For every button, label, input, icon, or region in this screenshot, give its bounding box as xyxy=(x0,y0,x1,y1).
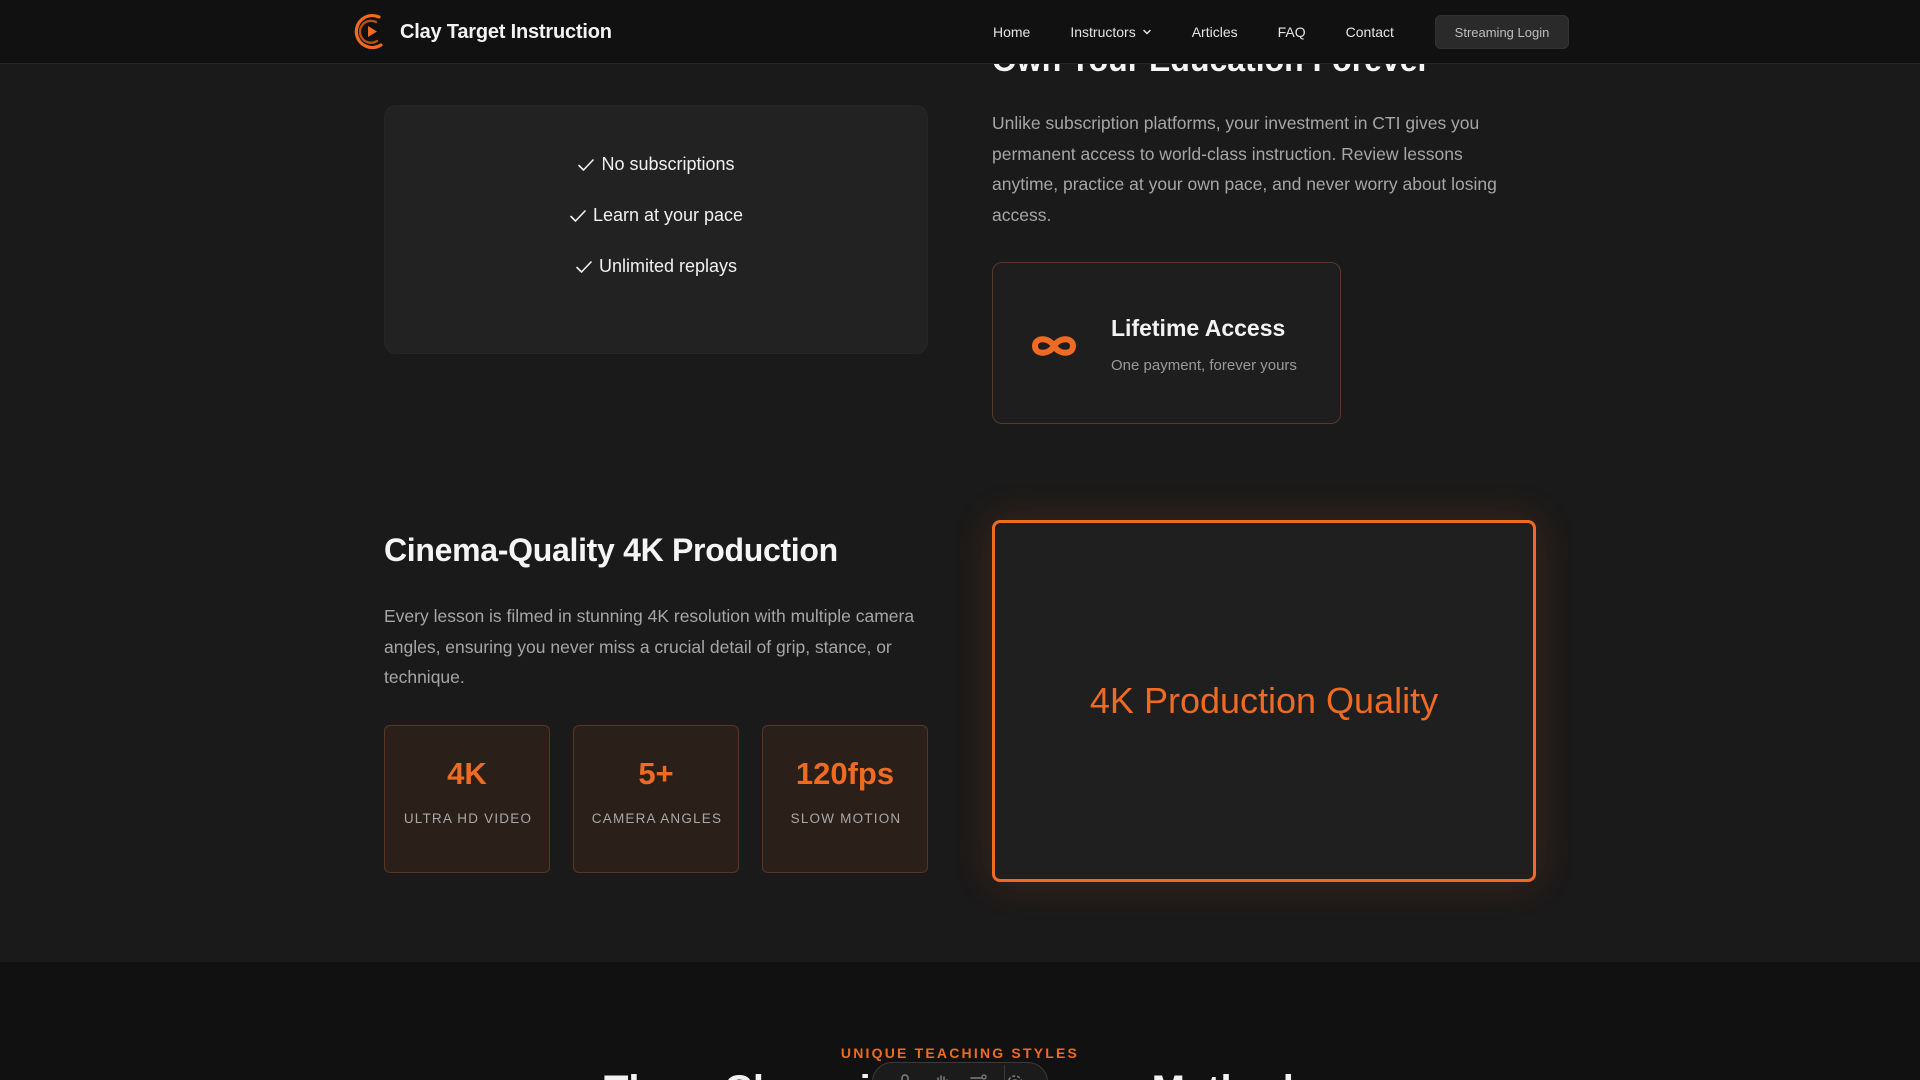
stat-label: CAMERA ANGLES xyxy=(591,811,723,826)
nav-contact[interactable]: Contact xyxy=(1346,24,1394,40)
ownership-paragraph: Unlike subscription platforms, your inve… xyxy=(992,113,1497,225)
production-heading: Cinema-Quality 4K Production xyxy=(384,532,838,568)
stat-value: 120fps xyxy=(795,756,895,791)
section-eyebrow: UNIQUE TEACHING STYLES xyxy=(840,1045,1080,1061)
hand-icon[interactable] xyxy=(932,1073,952,1080)
checkmark-icon xyxy=(578,158,595,171)
video-placeholder-label: 4K Production Quality xyxy=(1089,680,1439,721)
stat-card-4k: 4K ULTRA HD VIDEO xyxy=(384,725,550,873)
lifetime-access-subtitle: One payment, forever yours xyxy=(1111,357,1297,374)
gear-icon[interactable] xyxy=(1005,1073,1025,1080)
floating-toolbar xyxy=(872,1062,1048,1080)
benefit-label: No subscriptions xyxy=(601,154,735,174)
production-paragraph: Every lesson is filmed in stunning 4K re… xyxy=(384,606,915,687)
benefit-label: Learn at your pace xyxy=(592,205,744,225)
chevron-down-icon xyxy=(1142,29,1151,35)
lifetime-access-card: Lifetime Access One payment, forever you… xyxy=(992,262,1341,424)
benefits-card: No subscriptions Learn at your pace Unli… xyxy=(384,105,928,354)
list-icon[interactable] xyxy=(968,1073,988,1080)
teaching-styles-section: UNIQUE TEACHING STYLES Three Champion Me… xyxy=(0,962,1920,1080)
infinity-icon xyxy=(1032,336,1076,356)
checkmark-icon xyxy=(570,209,586,222)
streaming-login-button[interactable]: Streaming Login xyxy=(1435,15,1569,49)
top-navbar: Clay Target Instruction Home Instructors… xyxy=(0,0,1920,64)
stat-label: SLOW MOTION xyxy=(790,811,902,826)
teaching-heading-right: Methods xyxy=(1152,1068,1316,1080)
brand-logo-icon xyxy=(354,13,383,50)
stat-value: 5+ xyxy=(638,756,674,791)
microphone-icon[interactable] xyxy=(895,1073,915,1080)
nav-faq[interactable]: FAQ xyxy=(1278,24,1306,40)
benefit-label: Unlimited replays xyxy=(598,256,738,276)
nav-instructors-label: Instructors xyxy=(1070,24,1136,40)
nav-articles[interactable]: Articles xyxy=(1192,24,1238,40)
brand-link[interactable]: Clay Target Instruction xyxy=(354,12,612,52)
benefit-item: Unlimited replays xyxy=(385,256,927,277)
production-video-placeholder[interactable]: 4K Production Quality xyxy=(992,520,1536,882)
nav-home[interactable]: Home xyxy=(993,24,1030,40)
main-nav: Home Instructors Articles FAQ Contact xyxy=(993,0,1394,64)
checkmark-icon xyxy=(576,260,592,273)
lifetime-access-title: Lifetime Access xyxy=(1111,315,1286,341)
stat-value: 4K xyxy=(447,756,487,791)
benefit-item: No subscriptions xyxy=(385,154,927,175)
stat-card-slow-motion: 120fps SLOW MOTION xyxy=(762,725,928,873)
benefit-item: Learn at your pace xyxy=(385,205,927,226)
brand-name: Clay Target Instruction xyxy=(400,20,612,43)
stat-label: ULTRA HD VIDEO xyxy=(403,811,533,826)
nav-instructors-dropdown[interactable]: Instructors xyxy=(1070,24,1151,40)
stat-card-camera-angles: 5+ CAMERA ANGLES xyxy=(573,725,739,873)
